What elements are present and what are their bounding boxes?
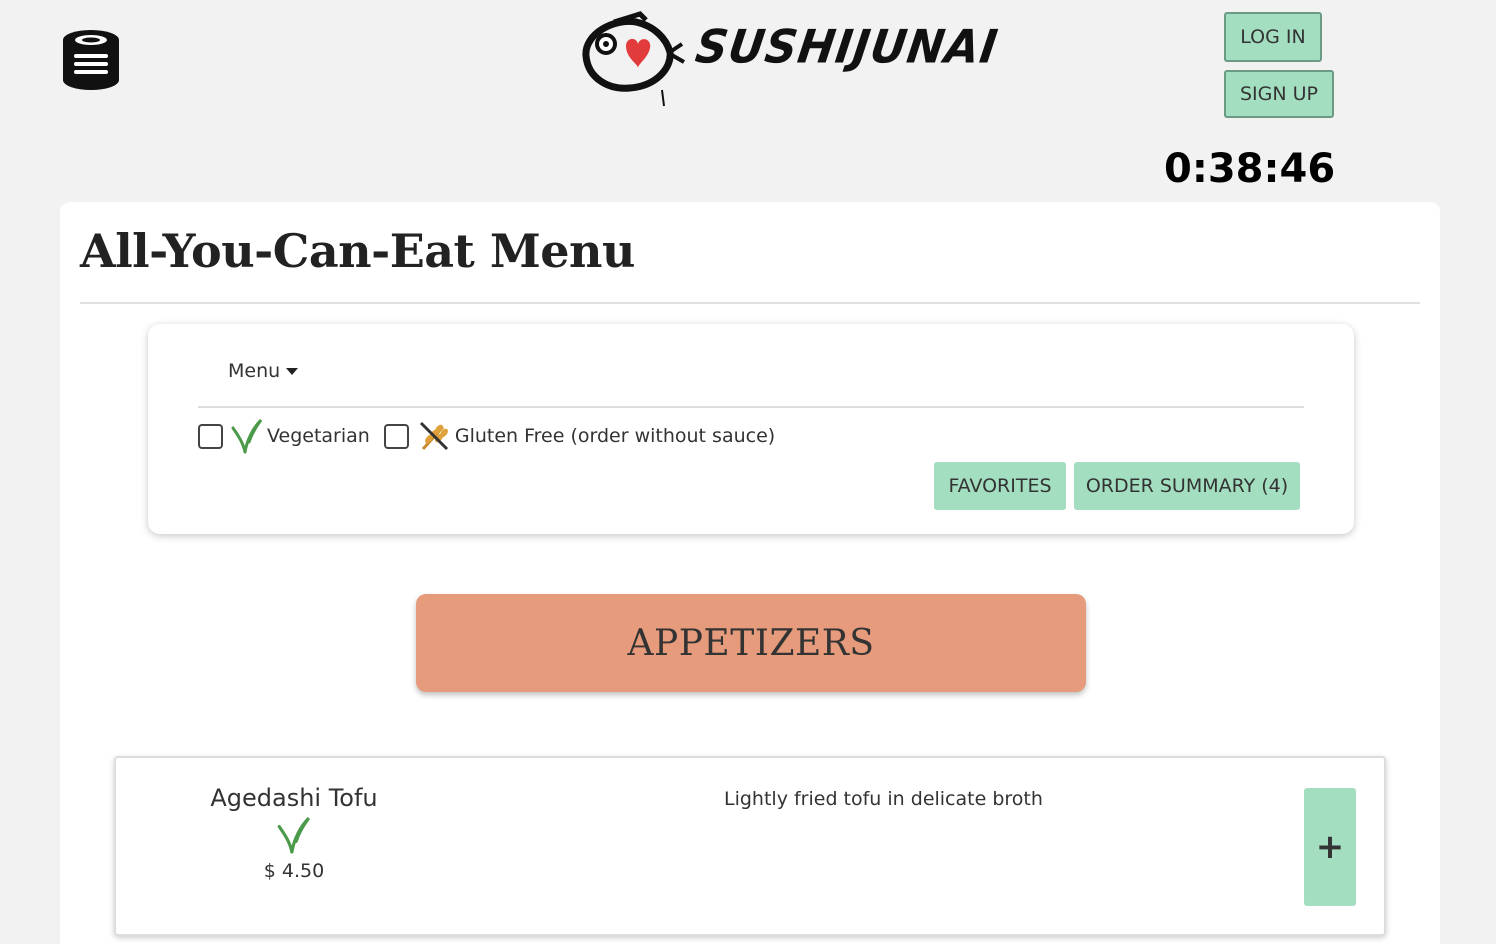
favorites-button[interactable]: FAVORITES [934, 462, 1066, 510]
panel-divider [198, 406, 1304, 408]
menu-dropdown[interactable]: Menu [228, 360, 299, 382]
sushi-stack-icon[interactable] [60, 28, 122, 92]
menu-item-card: Agedashi Tofu $ 4.50 Lightly fried tofu … [114, 756, 1386, 936]
gluten-free-filter: Gluten Free (order without sauce) [383, 419, 776, 453]
no-wheat-icon [419, 421, 448, 451]
page-title: All-You-Can-Eat Menu [80, 224, 635, 278]
caret-down-icon [286, 367, 299, 375]
login-button[interactable]: LOG IN [1224, 12, 1322, 62]
vegetarian-checkbox[interactable] [198, 423, 223, 449]
page: SUSHIJUNAI LOG IN SIGN UP 0:38:46 All-Yo… [0, 0, 1496, 944]
vegetarian-label: Vegetarian [267, 425, 370, 447]
menu-dropdown-label: Menu [228, 360, 281, 382]
gluten-free-label: Gluten Free (order without sauce) [454, 425, 776, 447]
menu-card: All-You-Can-Eat Menu Menu Vegetarian Glu… [60, 202, 1440, 944]
leaf-icon [231, 418, 263, 454]
filter-panel: Menu Vegetarian Gluten Free (order witho… [148, 324, 1354, 534]
add-to-order-button[interactable]: + [1304, 788, 1356, 906]
session-timer: 0:38:46 [1164, 146, 1336, 192]
category-appetizers[interactable]: APPETIZERS [416, 594, 1086, 692]
dietary-filters: Vegetarian Gluten Free (order without sa… [198, 418, 789, 454]
signup-button[interactable]: SIGN UP [1224, 70, 1334, 118]
item-description: Lightly fried tofu in delicate broth [724, 788, 1043, 810]
item-info: Agedashi Tofu $ 4.50 [176, 784, 412, 882]
gluten-free-checkbox[interactable] [383, 423, 409, 449]
brand-name: SUSHIJUNAI [692, 20, 1002, 75]
vegetarian-filter: Vegetarian [198, 418, 370, 454]
title-divider [80, 302, 1420, 304]
fish-heart-logo-icon [582, 11, 685, 107]
item-name: Agedashi Tofu [210, 784, 378, 812]
item-price: $ 4.50 [263, 860, 325, 882]
brand-logo[interactable]: SUSHIJUNAI [574, 6, 1001, 110]
leaf-icon [277, 816, 311, 854]
order-summary-button[interactable]: ORDER SUMMARY (4) [1074, 462, 1300, 510]
